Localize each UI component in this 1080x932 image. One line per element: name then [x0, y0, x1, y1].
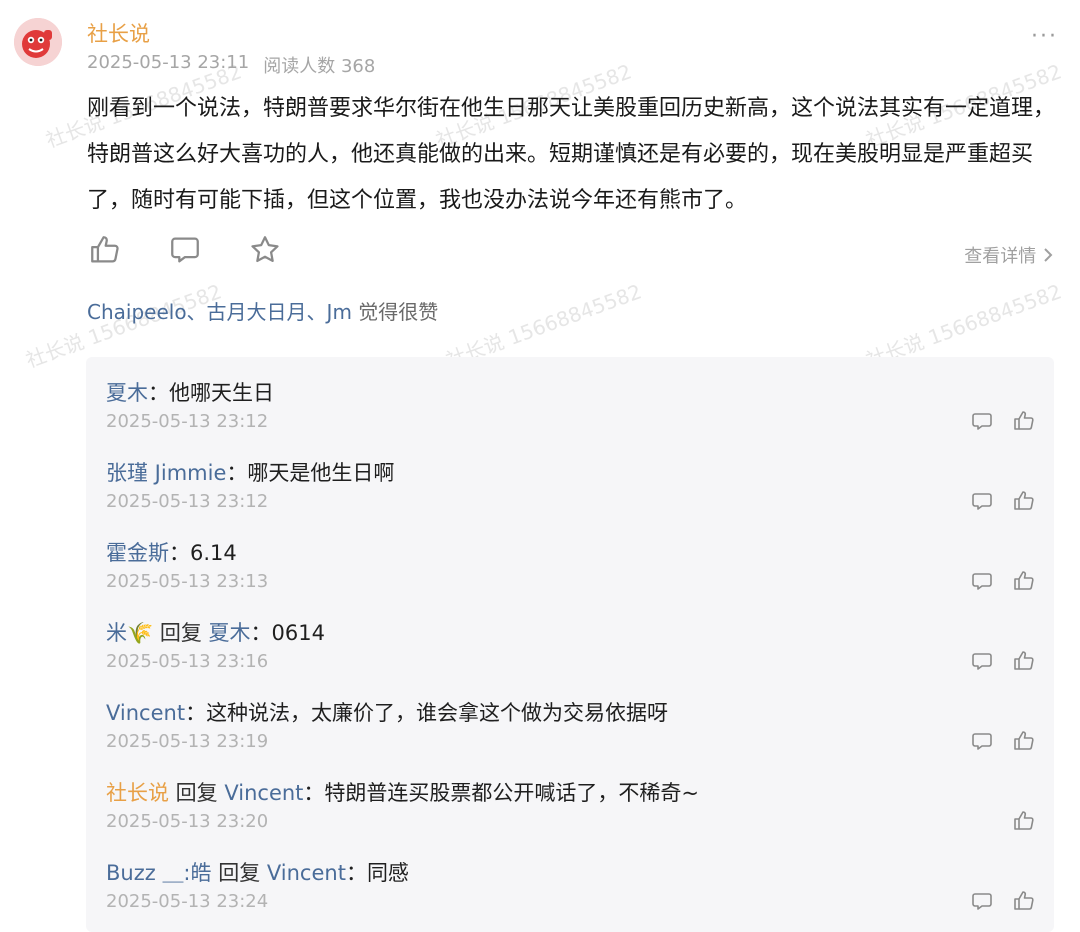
likers-names[interactable]: Chaipeelo、古月大日月、Jm — [87, 300, 352, 324]
comment-username[interactable]: 张瑾 Jimmie — [106, 461, 226, 485]
comment-separator: ： — [345, 861, 367, 885]
comment-text: 特朗普连买股票都公开喊话了，不稀奇~ — [324, 781, 700, 805]
comment-text: 这种说法，太廉价了，谁会拿这个做为交易依据呀 — [206, 701, 669, 725]
comment-line: 米🌾 回复 夏木：0614 — [106, 619, 1036, 647]
comment-line: 社长说 回复 Vincent：特朗普连买股票都公开喊话了，不稀奇~ — [106, 779, 1036, 807]
comment-username[interactable]: 霍金斯 — [106, 541, 169, 565]
comment-username[interactable]: 米🌾 — [106, 621, 153, 645]
read-count-group: 阅读人数 368 — [263, 52, 375, 78]
like-icon[interactable] — [87, 232, 123, 268]
reply-word: 回复 — [169, 781, 225, 805]
reply-icon[interactable] — [970, 569, 994, 593]
comment-username[interactable]: 社长说 — [106, 781, 169, 805]
comment-text: 0614 — [271, 621, 325, 645]
comment-row: 张瑾 Jimmie：哪天是他生日啊 2025-05-13 23:12 — [106, 437, 1036, 517]
comment-timestamp: 2025-05-13 23:19 — [106, 731, 269, 752]
like-icon[interactable] — [1012, 569, 1036, 593]
comment-row: 社长说 回复 Vincent：特朗普连买股票都公开喊话了，不稀奇~ 2025-05… — [106, 757, 1036, 837]
comment-separator: ： — [185, 701, 207, 725]
post-timestamp: 2025-05-13 23:11 — [87, 52, 250, 73]
view-detail-label: 查看详情 — [964, 246, 1037, 267]
comment-separator: ： — [226, 461, 248, 485]
comment-separator: ： — [250, 621, 272, 645]
post-actions — [87, 232, 283, 268]
likers-suffix: 觉得很赞 — [351, 300, 439, 324]
like-icon[interactable] — [1012, 889, 1036, 913]
comment-text: 6.14 — [190, 541, 237, 565]
post-meta: 2025-05-13 23:11 阅读人数 368 — [87, 52, 375, 78]
view-detail-link[interactable]: 查看详情 — [964, 242, 1054, 268]
like-icon[interactable] — [1012, 729, 1036, 753]
reply-word: 回复 — [153, 621, 209, 645]
comment-timestamp: 2025-05-13 23:20 — [106, 811, 269, 832]
comment-icon[interactable] — [167, 232, 203, 268]
comment-username[interactable]: Buzz ＿:皓 — [106, 861, 212, 885]
comment-timestamp: 2025-05-13 23:16 — [106, 651, 269, 672]
comment-line: 霍金斯：6.14 — [106, 539, 1036, 567]
comment-separator: ： — [169, 541, 190, 565]
reply-icon[interactable] — [970, 409, 994, 433]
comment-line: Buzz ＿:皓 回复 Vincent：同感 — [106, 859, 1036, 887]
comment-text: 同感 — [366, 861, 409, 885]
comment-actions — [970, 489, 1036, 513]
reply-word: 回复 — [211, 861, 267, 885]
comment-actions — [970, 729, 1036, 753]
comment-actions — [970, 889, 1036, 913]
reply-icon[interactable] — [970, 889, 994, 913]
comment-row: 米🌾 回复 夏木：0614 2025-05-13 23:16 — [106, 597, 1036, 677]
read-label: 阅读人数 — [263, 56, 336, 77]
comment-actions — [970, 409, 1036, 433]
like-icon[interactable] — [1012, 809, 1036, 833]
favorite-star-icon[interactable] — [247, 232, 283, 268]
comment-timestamp: 2025-05-13 23:12 — [106, 411, 269, 432]
comment-username[interactable]: Vincent — [106, 701, 185, 725]
reply-icon[interactable] — [970, 729, 994, 753]
like-icon[interactable] — [1012, 409, 1036, 433]
reply-icon[interactable] — [970, 649, 994, 673]
like-icon[interactable] — [1012, 489, 1036, 513]
reply-icon[interactable] — [970, 489, 994, 513]
reply-target-username[interactable]: 夏木 — [209, 621, 251, 645]
comment-line: 夏木：他哪天生日 — [106, 379, 1036, 407]
comment-line: Vincent：这种说法，太廉价了，谁会拿这个做为交易依据呀 — [106, 699, 1036, 727]
reply-target-username[interactable]: Vincent — [224, 781, 303, 805]
chevron-right-icon — [1042, 247, 1054, 268]
comment-separator: ： — [303, 781, 325, 805]
post-body: 刚看到一个说法，特朗普要求华尔街在他生日那天让美股重回历史新高，这个说法其实有一… — [87, 96, 1056, 213]
comment-line: 张瑾 Jimmie：哪天是他生日啊 — [106, 459, 1036, 487]
like-icon[interactable] — [1012, 649, 1036, 673]
comment-actions — [970, 649, 1036, 673]
comment-actions — [1012, 809, 1036, 833]
avatar[interactable] — [14, 18, 62, 66]
comment-separator: ： — [148, 381, 169, 405]
comment-username[interactable]: 夏木 — [106, 381, 148, 405]
comment-timestamp: 2025-05-13 23:12 — [106, 491, 269, 512]
comment-row: 夏木：他哪天生日 2025-05-13 23:12 — [106, 357, 1036, 437]
likers-line: Chaipeelo、古月大日月、Jm 觉得很赞 — [87, 296, 438, 325]
comment-text: 他哪天生日 — [169, 381, 274, 405]
more-options-icon[interactable]: ··· — [1031, 24, 1058, 49]
comment-list: 夏木：他哪天生日 2025-05-13 23:12 张瑾 Jimmie：哪天是他生日… — [86, 357, 1054, 932]
comment-text: 哪天是他生日啊 — [247, 461, 395, 485]
comment-timestamp: 2025-05-13 23:24 — [106, 891, 269, 912]
comment-row: Vincent：这种说法，太廉价了，谁会拿这个做为交易依据呀 2025-05-13… — [106, 677, 1036, 757]
post-author[interactable]: 社长说 — [87, 18, 150, 48]
comment-row: Buzz ＿:皓 回复 Vincent：同感 2025-05-13 23:24 — [106, 837, 1036, 917]
comment-row: 霍金斯：6.14 2025-05-13 23:13 — [106, 517, 1036, 597]
reply-target-username[interactable]: Vincent — [267, 861, 346, 885]
comment-timestamp: 2025-05-13 23:13 — [106, 571, 269, 592]
comment-actions — [970, 569, 1036, 593]
read-count: 368 — [340, 56, 376, 77]
